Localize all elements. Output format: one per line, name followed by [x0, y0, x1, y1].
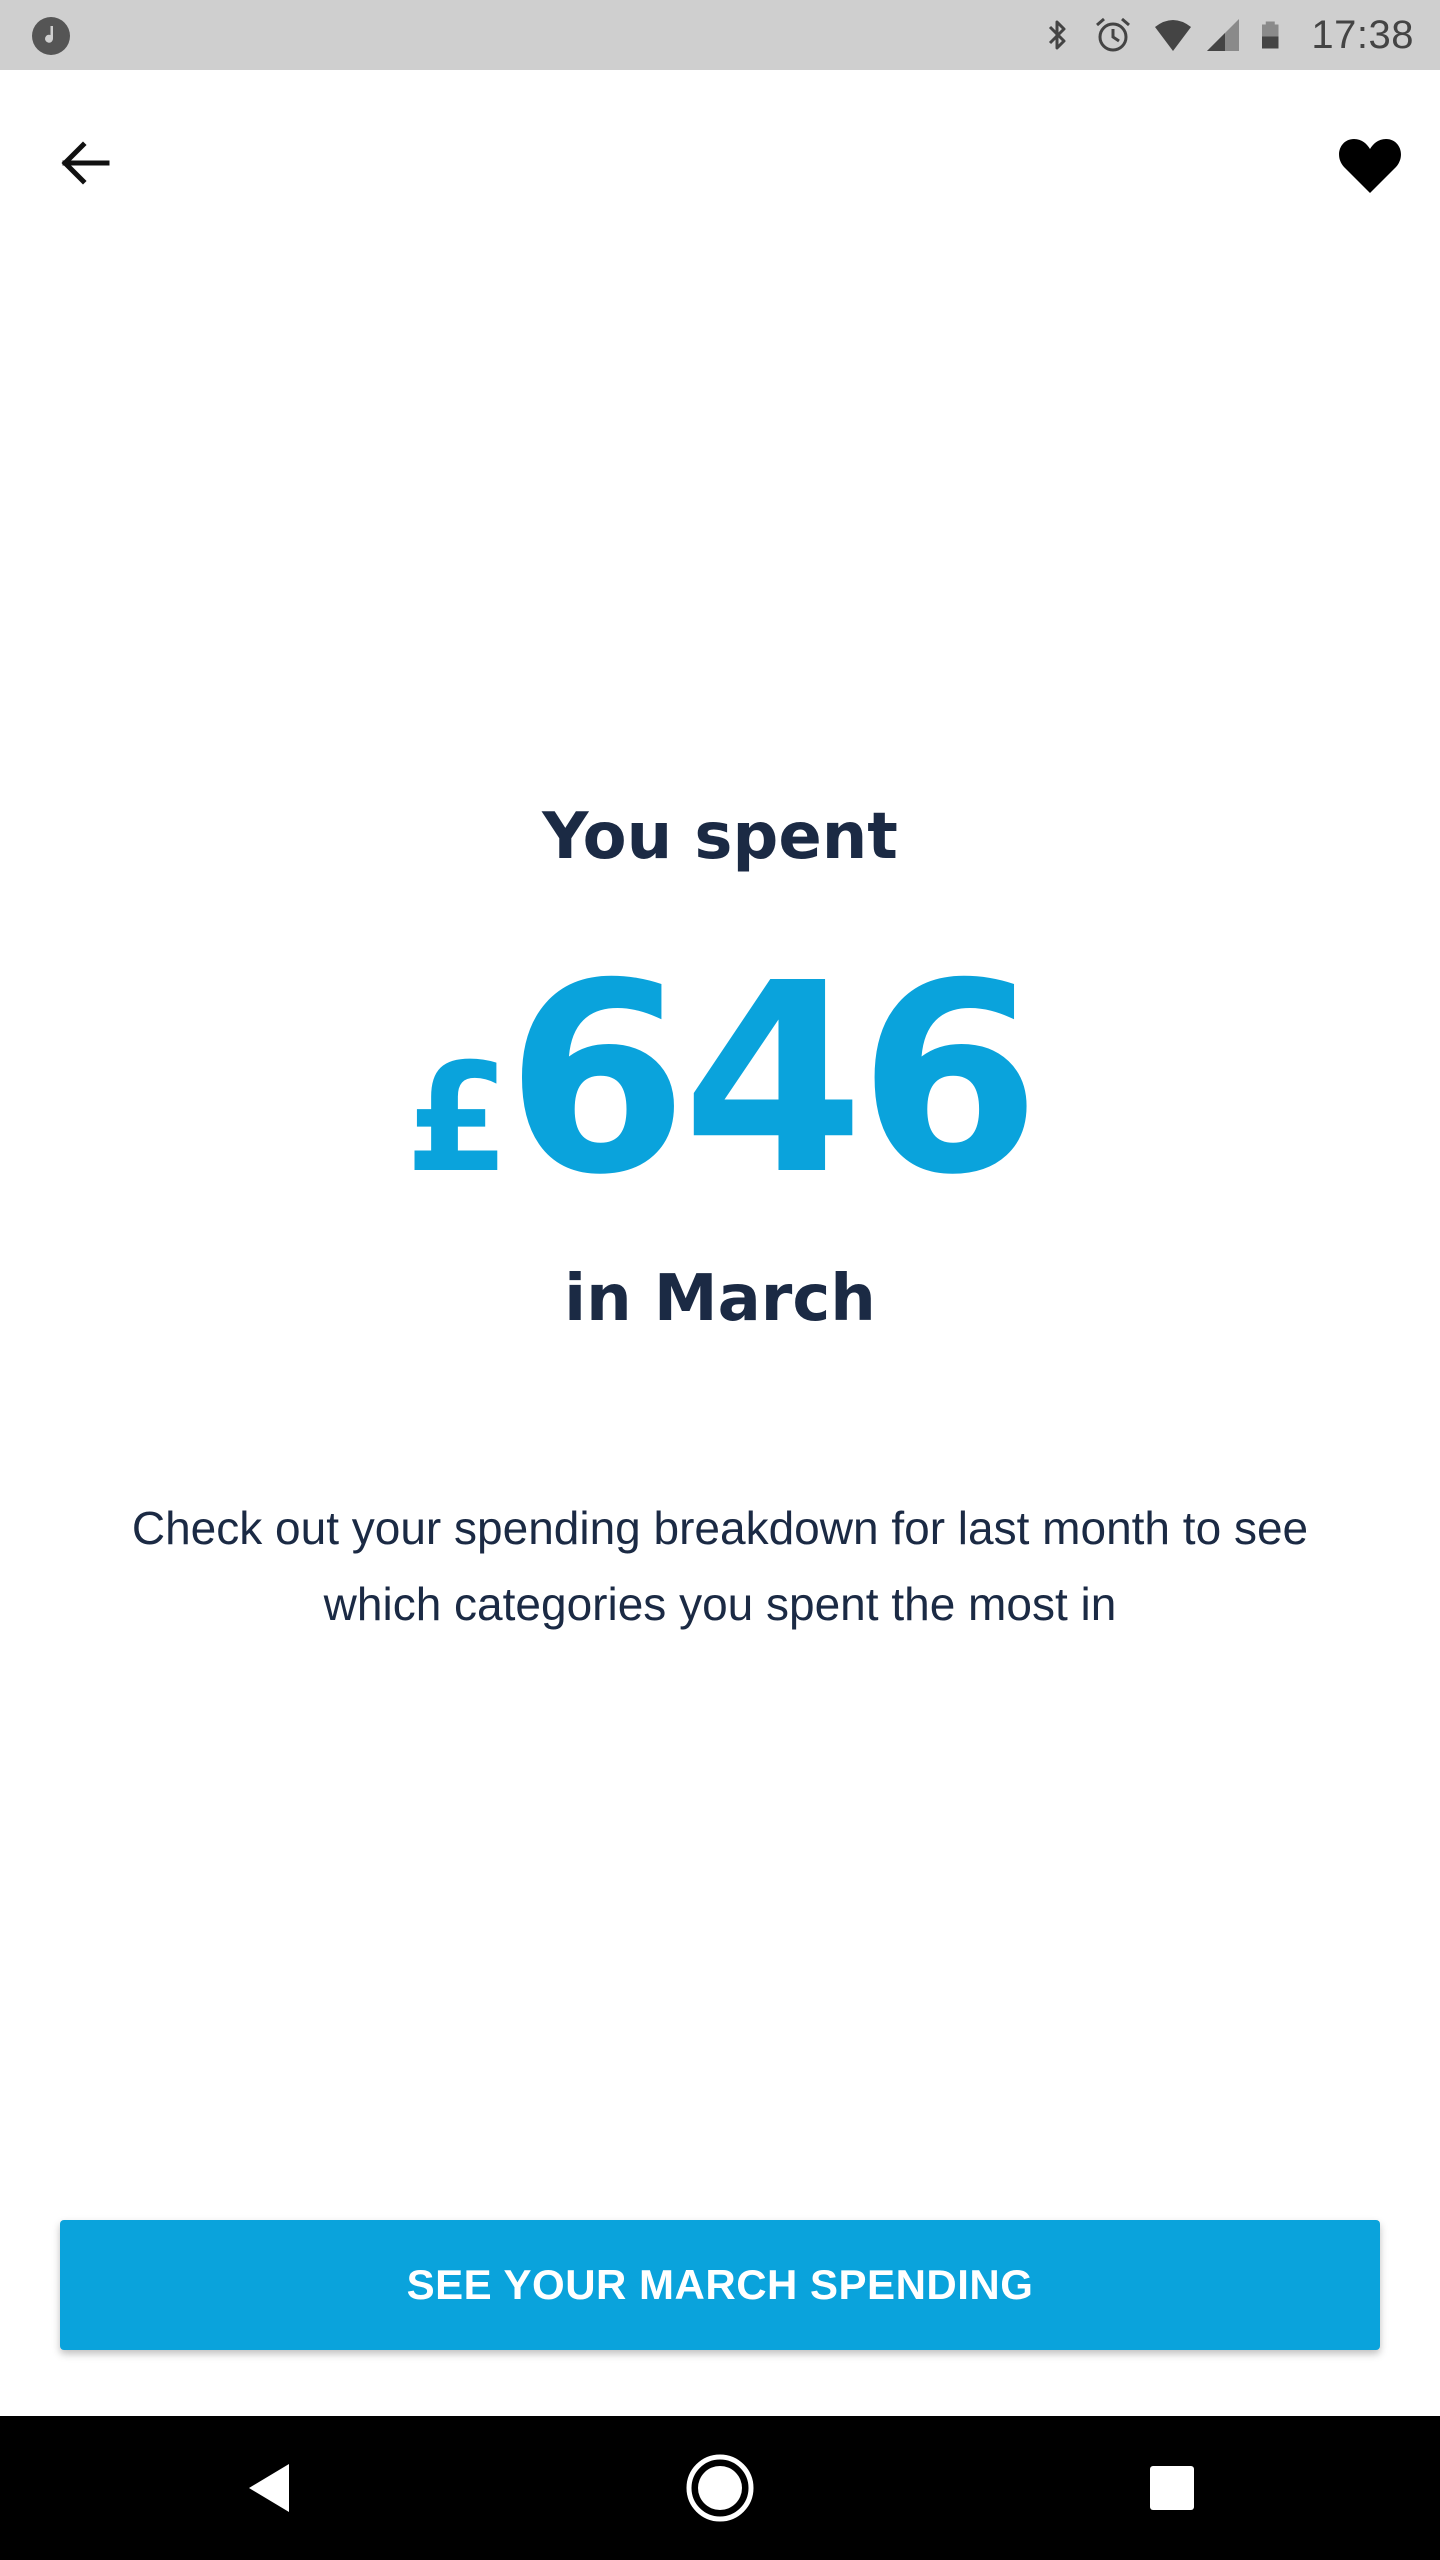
nav-home-icon [686, 2454, 754, 2522]
see-spending-button[interactable]: SEE YOUR MARCH SPENDING [60, 2220, 1380, 2350]
currency-symbol: £ [405, 1032, 509, 1206]
nav-back-button[interactable] [170, 2416, 370, 2560]
month-label: in March [564, 1262, 876, 1336]
nav-recents-button[interactable] [1072, 2416, 1272, 2560]
cell-signal-icon [1207, 19, 1240, 51]
spent-heading: You spent [542, 800, 898, 874]
battery-icon [1262, 21, 1279, 49]
heart-icon [1339, 139, 1401, 193]
wifi-icon [1155, 20, 1192, 51]
spent-amount: £646 [0, 940, 1440, 1220]
bluetooth-icon [1049, 20, 1066, 50]
status-bar: 17:38 [0, 0, 1440, 70]
back-button[interactable] [40, 118, 130, 208]
favorite-button[interactable] [1320, 116, 1420, 216]
status-icons: 17:38 [1021, 0, 1414, 70]
nav-back-icon [249, 2464, 289, 2512]
nav-recents-icon [1150, 2466, 1194, 2510]
amount-value: 646 [505, 927, 1041, 1232]
app-bar [0, 70, 1440, 240]
status-time: 17:38 [1311, 12, 1414, 57]
music-notification-icon [32, 17, 70, 55]
alarm-icon [1096, 17, 1131, 52]
description-text: Check out your spending breakdown for la… [131, 1502, 1309, 1630]
nav-home-button[interactable] [620, 2416, 820, 2560]
navigation-bar [0, 2416, 1440, 2560]
arrow-back-icon [61, 141, 110, 185]
